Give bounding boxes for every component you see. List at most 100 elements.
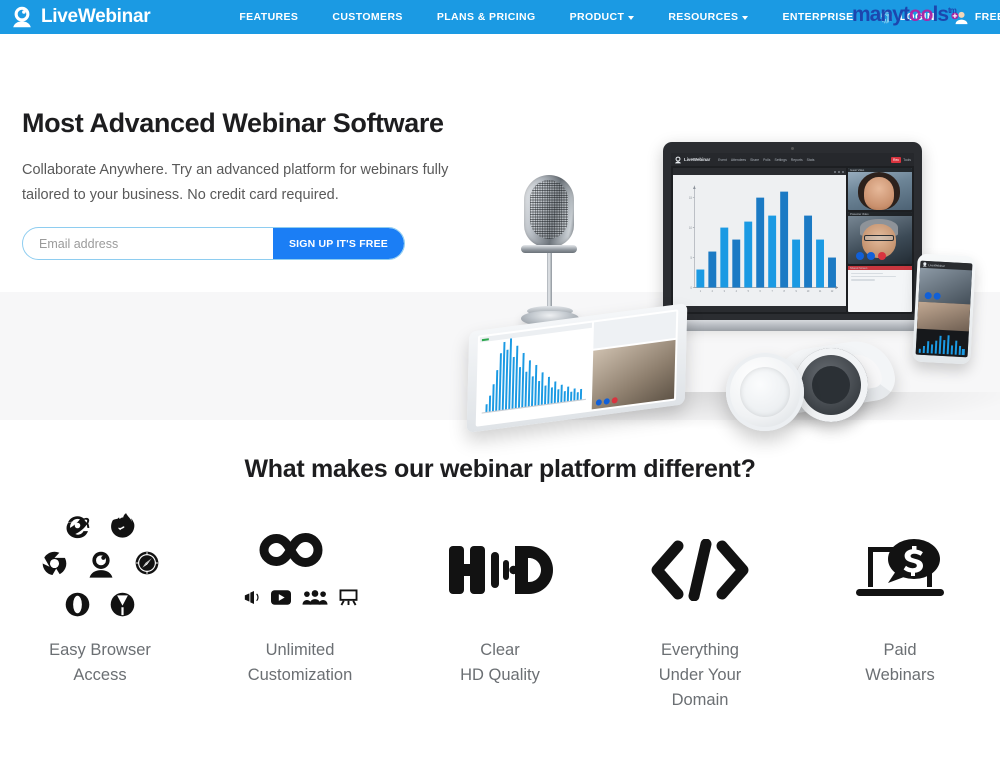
svg-text:5: 5 bbox=[691, 256, 693, 261]
mic-toggle-icon[interactable] bbox=[595, 399, 602, 406]
app-menu-item[interactable]: Stats bbox=[807, 158, 815, 162]
yandex-icon bbox=[109, 591, 136, 623]
svg-text:7: 7 bbox=[772, 289, 774, 294]
livewebinar-icon bbox=[922, 262, 927, 267]
nav-label: PLANS & PRICING bbox=[436, 11, 536, 23]
phone-video-tile[interactable] bbox=[918, 267, 973, 305]
signup-submit-button[interactable]: SIGN UP IT'S FREE bbox=[272, 228, 404, 259]
record-button[interactable]: Rec bbox=[891, 156, 902, 163]
features-section: What makes our webinar platform differen… bbox=[0, 455, 1000, 713]
nav-item-features[interactable]: FEATURES bbox=[222, 11, 315, 23]
camera-toggle-icon[interactable] bbox=[867, 252, 875, 260]
app-menu-item[interactable]: Polls bbox=[763, 158, 770, 162]
nav-item-product[interactable]: PRODUCT bbox=[553, 11, 652, 23]
participant-face bbox=[864, 177, 894, 210]
feature-unlimited-customization[interactable]: Unlimited Customization bbox=[200, 524, 400, 713]
app-top-bar: LiveWebinar Event Attendees Share Polls … bbox=[671, 153, 914, 166]
nav-item-resources[interactable]: RESOURCES bbox=[651, 11, 765, 23]
people-group-icon bbox=[302, 590, 328, 610]
svg-text:5: 5 bbox=[748, 289, 750, 294]
content-line bbox=[851, 273, 883, 275]
feature-paid-webinars[interactable]: Paid Webinars bbox=[800, 524, 1000, 713]
app-menu-item[interactable]: Tools bbox=[903, 158, 911, 162]
feature-everything-under-your-domain[interactable]: Everything Under Your Domain bbox=[600, 524, 800, 713]
camera-toggle-icon[interactable] bbox=[933, 292, 941, 300]
page-root: LiveWebinar FEATURES CUSTOMERS PLANS & P… bbox=[0, 0, 1000, 757]
headphones-illustration bbox=[720, 335, 900, 431]
tablet-call-controls[interactable] bbox=[595, 396, 618, 406]
svg-text:2: 2 bbox=[712, 289, 714, 294]
phone-chart-bar bbox=[958, 345, 962, 355]
phone-chart-bar bbox=[918, 349, 922, 353]
nav-label: PRODUCT bbox=[569, 11, 625, 23]
free-signup-button[interactable]: FREE SIGN UP bbox=[943, 10, 1000, 25]
video-tile-screenshare[interactable]: Shared Screen bbox=[848, 266, 912, 312]
feature-label: Unlimited Customization bbox=[247, 641, 353, 684]
opera-icon bbox=[64, 591, 91, 623]
app-menu-item[interactable]: Attendees bbox=[731, 158, 746, 162]
app-menu-item[interactable]: Share bbox=[750, 158, 759, 162]
tile-header: Guest Video bbox=[848, 168, 912, 172]
phone-call-controls[interactable] bbox=[924, 291, 941, 300]
content-line bbox=[851, 276, 896, 278]
safari-icon bbox=[134, 550, 160, 585]
feature-easy-browser-access[interactable]: Easy Browser Access bbox=[0, 512, 200, 713]
app-menu-item[interactable]: Settings bbox=[775, 158, 787, 162]
brand-logo[interactable]: LiveWebinar bbox=[0, 5, 151, 29]
svg-text:10: 10 bbox=[807, 289, 810, 294]
internet-explorer-icon bbox=[64, 512, 91, 544]
svg-text:0: 0 bbox=[691, 286, 693, 291]
app-menu-item[interactable]: Event bbox=[718, 158, 727, 162]
app-body: 0 5 10 15 1 2 3 4 5 6 7 8 9 10 11 12 Guest Video bbox=[671, 166, 914, 314]
nav-item-enterprise[interactable]: ENTERPRISE bbox=[765, 11, 870, 23]
camera-toggle-icon[interactable] bbox=[603, 398, 610, 405]
svg-text:3: 3 bbox=[724, 289, 726, 294]
laptop-webcam-icon bbox=[791, 147, 794, 150]
hangup-icon[interactable] bbox=[878, 252, 886, 260]
mic-toggle-icon[interactable] bbox=[924, 291, 932, 300]
brand-name: LiveWebinar bbox=[41, 6, 151, 27]
mic-toggle-icon[interactable] bbox=[856, 252, 864, 260]
email-input[interactable] bbox=[23, 228, 273, 259]
window-control-icon[interactable] bbox=[842, 170, 844, 173]
fingerprint-icon bbox=[879, 10, 894, 25]
tile-header: Presenter Video bbox=[848, 212, 912, 216]
svg-text:8: 8 bbox=[783, 289, 785, 294]
tile-header: Shared Screen bbox=[848, 266, 912, 270]
nav-links: FEATURES CUSTOMERS PLANS & PRICING PRODU… bbox=[222, 11, 870, 23]
feature-clear-hd-quality[interactable]: Clear HD Quality bbox=[400, 524, 600, 713]
signup-label: FREE SIGN UP bbox=[974, 11, 1000, 23]
login-label: LOGIN bbox=[899, 11, 935, 23]
features-row: Easy Browser Access Unlimited Customizat… bbox=[0, 512, 1000, 713]
login-button[interactable]: LOGIN bbox=[871, 10, 943, 25]
hangup-icon[interactable] bbox=[611, 396, 618, 404]
phone-chart-bar bbox=[954, 340, 958, 355]
microphone-illustration bbox=[503, 175, 595, 335]
feature-label: Everything Under Your Domain bbox=[658, 641, 742, 709]
phone-chart-bar bbox=[946, 335, 950, 355]
chevron-down-icon bbox=[628, 16, 635, 20]
svg-text:10: 10 bbox=[689, 226, 692, 231]
livewebinar-icon bbox=[86, 550, 116, 585]
nav-item-plans-pricing[interactable]: PLANS & PRICING bbox=[420, 11, 553, 23]
microphone-ring bbox=[521, 245, 577, 253]
headphones-right-cup bbox=[794, 348, 868, 422]
feature-sub-icons bbox=[243, 589, 358, 611]
video-tile-guest[interactable]: Guest Video bbox=[848, 168, 912, 210]
nav-label: ENTERPRISE bbox=[782, 11, 854, 23]
page-title: Most Advanced Webinar Software bbox=[22, 108, 444, 138]
laptop-base bbox=[655, 320, 930, 331]
easel-presentation-icon bbox=[339, 589, 358, 611]
phone-video-tile-secondary[interactable] bbox=[916, 301, 971, 332]
status-badge bbox=[481, 337, 489, 341]
audio-waveform-chart bbox=[481, 338, 586, 414]
stage-footer bbox=[673, 306, 846, 312]
call-controls[interactable] bbox=[856, 252, 886, 260]
window-control-icon[interactable] bbox=[838, 170, 840, 173]
presented-chart: 0 5 10 15 1 2 3 4 5 6 7 8 9 10 11 12 bbox=[673, 175, 846, 306]
video-tile-presenter[interactable]: Presenter Video bbox=[848, 212, 912, 264]
phone-screen: LiveWebinar bbox=[915, 260, 973, 358]
window-control-icon[interactable] bbox=[834, 170, 836, 173]
app-menu-item[interactable]: Reports bbox=[791, 158, 803, 162]
nav-item-customers[interactable]: CUSTOMERS bbox=[315, 11, 420, 23]
